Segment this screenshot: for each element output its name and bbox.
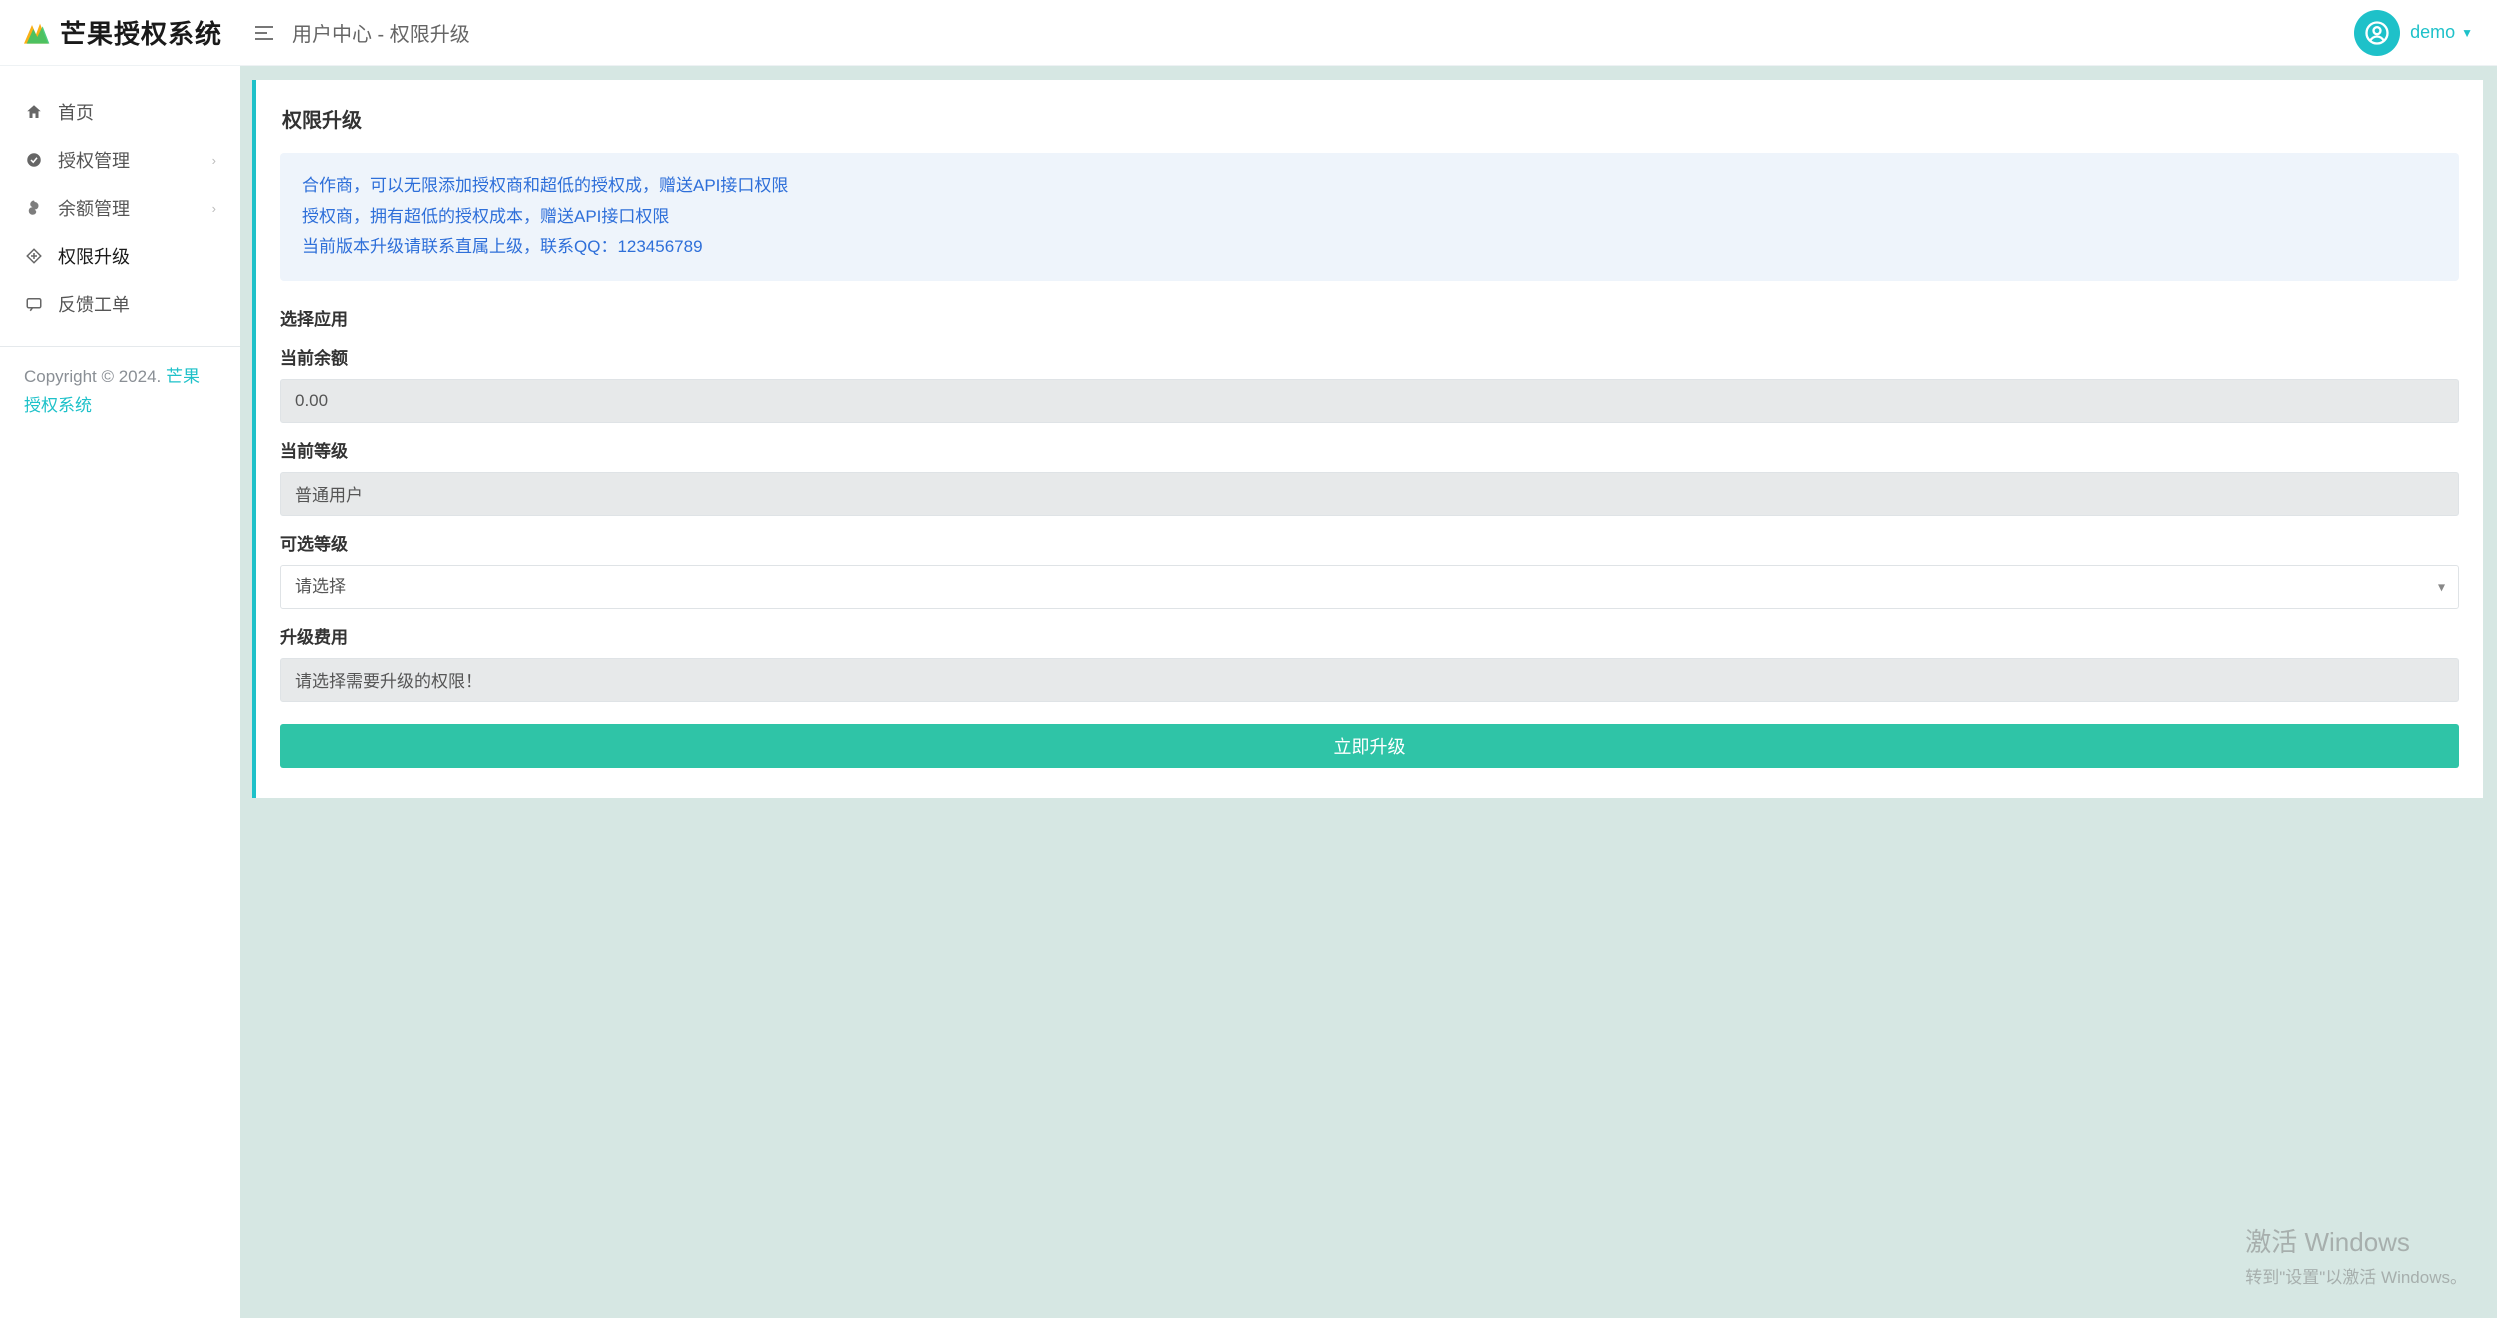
info-alert: 合作商，可以无限添加授权商和超低的授权成，赠送API接口权限 授权商，拥有超低的… [280, 153, 2459, 281]
alert-line: 授权商，拥有超低的授权成本，赠送API接口权限 [302, 202, 2437, 233]
brand-logo-icon [20, 17, 52, 49]
user-name: demo [2410, 22, 2455, 43]
user-menu[interactable]: demo ▼ [2354, 10, 2497, 56]
menu-toggle-icon[interactable] [252, 21, 276, 45]
brand-name: 芒果授权系统 [60, 14, 222, 51]
check-circle-icon [24, 150, 44, 170]
sidebar-item-label: 授权管理 [58, 147, 130, 173]
sidebar-item-home[interactable]: 首页 [0, 88, 240, 136]
sidebar-item-label: 反馈工单 [58, 291, 130, 317]
label-current-level: 当前等级 [280, 437, 2459, 462]
sidebar-item-label: 权限升级 [58, 243, 130, 269]
home-icon [24, 102, 44, 122]
label-upgrade-cost: 升级费用 [280, 623, 2459, 648]
submit-upgrade-button[interactable]: 立即升级 [280, 724, 2459, 768]
balance-icon [24, 198, 44, 218]
breadcrumb: 用户中心 - 权限升级 [292, 18, 470, 47]
upgrade-card: 权限升级 合作商，可以无限添加授权商和超低的授权成，赠送API接口权限 授权商，… [252, 80, 2483, 798]
sidebar-item-label: 首页 [58, 99, 94, 125]
sidebar-item-label: 余额管理 [58, 195, 130, 221]
sidebar-item-feedback[interactable]: 反馈工单 [0, 280, 240, 328]
main-content: 权限升级 合作商，可以无限添加授权商和超低的授权成，赠送API接口权限 授权商，… [240, 66, 2497, 1318]
plus-diamond-icon [24, 246, 44, 266]
label-balance: 当前余额 [280, 344, 2459, 369]
caret-down-icon: ▼ [2461, 26, 2473, 40]
balance-display: 0.00 [280, 379, 2459, 423]
label-select-app: 选择应用 [280, 305, 2459, 330]
topbar: 芒果授权系统 用户中心 - 权限升级 demo ▼ [0, 0, 2497, 66]
sidebar: 首页 授权管理 › 余额管理 › [0, 66, 240, 1318]
chevron-right-icon: › [212, 201, 216, 216]
sidebar-item-upgrade[interactable]: 权限升级 [0, 232, 240, 280]
brand[interactable]: 芒果授权系统 [0, 0, 240, 65]
alert-line: 合作商，可以无限添加授权商和超低的授权成，赠送API接口权限 [302, 171, 2437, 202]
message-icon [24, 294, 44, 314]
avatar [2354, 10, 2400, 56]
chevron-right-icon: › [212, 153, 216, 168]
divider [0, 346, 240, 347]
label-choose-level: 可选等级 [280, 530, 2459, 555]
upgrade-cost-display: 请选择需要升级的权限！ [280, 658, 2459, 702]
level-select[interactable]: 请选择 [280, 565, 2459, 609]
sidebar-item-balance-manage[interactable]: 余额管理 › [0, 184, 240, 232]
card-title: 权限升级 [280, 104, 2459, 133]
copyright-text: Copyright © 2024. [24, 367, 166, 386]
sidebar-item-auth-manage[interactable]: 授权管理 › [0, 136, 240, 184]
current-level-display: 普通用户 [280, 472, 2459, 516]
alert-line: 当前版本升级请联系直属上级，联系QQ：123456789 [302, 232, 2437, 263]
copyright: Copyright © 2024. 芒果授权系统 [0, 363, 240, 421]
